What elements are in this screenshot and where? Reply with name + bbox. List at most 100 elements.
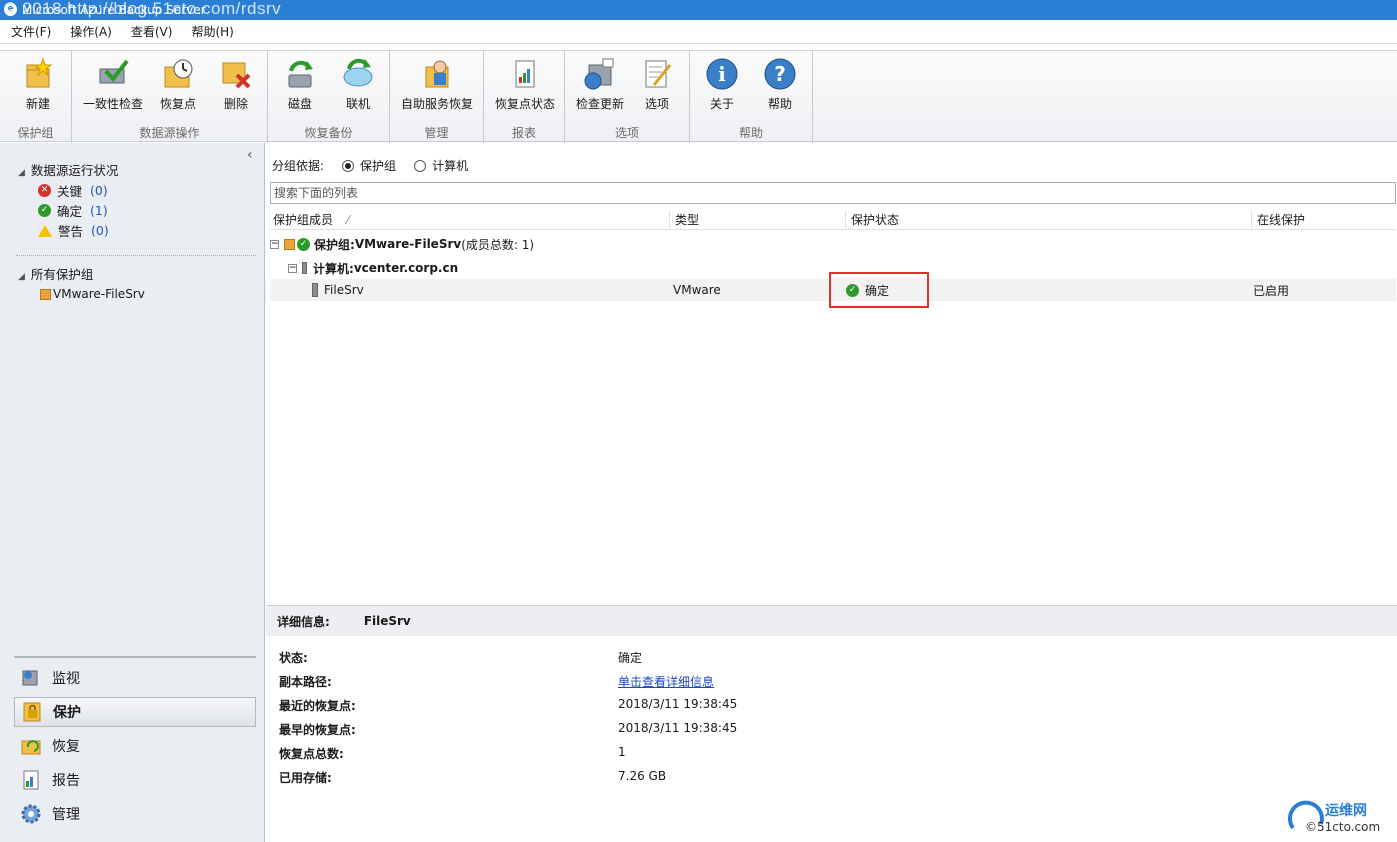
menu-file[interactable]: 文件(F) xyxy=(0,23,59,40)
protection-group-item[interactable]: VMware-FileSrv xyxy=(40,287,145,301)
nav-protection[interactable]: 保护 xyxy=(14,697,256,727)
detail-value-rp-count: 1 xyxy=(618,745,626,759)
site-logo: 运维网 ©51cto.com xyxy=(1287,798,1393,838)
help-icon: ? xyxy=(763,57,797,91)
options-icon xyxy=(640,57,674,91)
help-button[interactable]: ? 帮助 xyxy=(752,57,808,112)
col-type[interactable]: 类型 xyxy=(672,210,846,230)
new-button[interactable]: 新建 xyxy=(10,57,66,112)
col-member[interactable]: 保护组成员 ⁄ xyxy=(270,210,670,230)
consistency-check-icon xyxy=(96,57,130,91)
navigation-pane: ‹ ◢ 数据源运行状况 ✕ 关键 (0) ✓ 确定 (1) 警告 (0) ◢ 所有保… xyxy=(0,143,265,842)
info-icon: i xyxy=(705,57,739,91)
report-icon xyxy=(508,57,542,91)
critical-icon: ✕ xyxy=(38,184,51,197)
recovery-folder-icon xyxy=(20,735,42,757)
ribbon: 新建 保护组 一致性检查 恢复点 删除 数据源操作 磁盘 联机 恢复备份 自助服… xyxy=(0,50,1397,143)
delete-icon xyxy=(219,57,253,91)
member-type-cell: VMware xyxy=(673,283,721,297)
ribbon-group-report: 恢复点状态 报表 xyxy=(484,51,565,143)
vm-server-icon xyxy=(312,283,318,297)
menu-bar: 文件(F) 操作(A) 查看(V) 帮助(H) xyxy=(0,20,1397,44)
details-pane: 详细信息: FileSrv 状态: 确定 副本路径: 单击查看详细信息 最近的恢… xyxy=(266,605,1397,842)
group-row[interactable]: − ✓ 保护组: VMware-FileSrv (成员总数: 1) xyxy=(270,234,1396,254)
detail-value-oldest-rp: 2018/3/11 19:38:45 xyxy=(618,721,738,735)
protection-group-icon xyxy=(284,238,295,250)
highlight-box xyxy=(829,272,929,308)
disk-button[interactable]: 磁盘 xyxy=(272,57,328,112)
ok-check-icon: ✓ xyxy=(38,204,51,217)
nav-management[interactable]: 管理 xyxy=(14,799,256,829)
detail-value-status: 确定 xyxy=(618,651,643,665)
ribbon-group-protection-group: 新建 保护组 xyxy=(0,51,72,143)
monitoring-icon xyxy=(20,667,42,689)
protection-group-icon xyxy=(40,288,51,300)
radio-group-by-computer[interactable] xyxy=(414,159,427,172)
self-service-recovery-button[interactable]: 自助服务恢复 xyxy=(398,57,476,112)
health-critical[interactable]: ✕ 关键 (0) xyxy=(38,181,108,200)
detail-label-latest-rp: 最近的恢复点: xyxy=(279,699,356,713)
protection-groups-header[interactable]: ◢ 所有保护组 xyxy=(18,264,93,283)
ribbon-group-datasource: 一致性检查 恢复点 删除 数据源操作 xyxy=(72,51,268,143)
health-ok[interactable]: ✓ 确定 (1) xyxy=(38,201,108,220)
new-folder-icon xyxy=(21,57,55,91)
collapse-triangle-icon: ◢ xyxy=(18,168,25,178)
server-icon xyxy=(302,262,307,274)
detail-label-rp-count: 恢复点总数: xyxy=(279,747,344,761)
main-content: 分组依据: 保护组 计算机 保护组成员⁄ 类型 保护状态 在线保护 − ✓ 保护… xyxy=(266,143,1397,842)
recovery-point-icon xyxy=(161,57,195,91)
expand-toggle-icon[interactable]: − xyxy=(270,239,279,249)
menu-help[interactable]: 帮助(H) xyxy=(180,23,241,40)
nav-monitoring[interactable]: 监视 xyxy=(14,663,256,693)
recovery-point-status-button[interactable]: 恢复点状态 xyxy=(490,57,560,112)
delete-button[interactable]: 删除 xyxy=(208,57,264,112)
replica-details-link[interactable]: 单击查看详细信息 xyxy=(618,673,714,690)
nav-reporting[interactable]: 报告 xyxy=(14,765,256,795)
expand-toggle-icon[interactable]: − xyxy=(288,263,297,273)
sort-indicator-icon: ⁄ xyxy=(347,213,350,227)
reporting-icon xyxy=(20,769,42,791)
ok-check-icon: ✓ xyxy=(297,237,310,251)
radio-group-by-protection-group[interactable] xyxy=(342,159,355,172)
detail-label-replica-path: 副本路径: xyxy=(279,675,332,689)
ribbon-group-options: 检查更新 选项 选项 xyxy=(565,51,690,143)
detail-label-storage: 已用存储: xyxy=(279,771,332,785)
menu-view[interactable]: 查看(V) xyxy=(120,23,181,40)
warning-icon xyxy=(38,224,52,237)
disk-icon xyxy=(283,57,317,91)
details-header: 详细信息: FileSrv xyxy=(266,606,1397,636)
detail-value-latest-rp: 2018/3/11 19:38:45 xyxy=(618,697,738,711)
member-online-cell: 已启用 xyxy=(1253,283,1290,298)
detail-label-oldest-rp: 最早的恢复点: xyxy=(279,723,356,737)
divider xyxy=(16,255,256,256)
ribbon-group-manage: 自助服务恢复 管理 xyxy=(390,51,484,143)
column-header: 保护组成员 ⁄ 类型 保护状态 在线保护 xyxy=(270,210,1396,230)
detail-value-storage: 7.26 GB xyxy=(618,769,667,783)
self-service-icon xyxy=(420,57,454,91)
consistency-check-button[interactable]: 一致性检查 xyxy=(82,57,144,112)
collapse-pane-icon[interactable]: ‹ xyxy=(247,147,253,163)
check-updates-button[interactable]: 检查更新 xyxy=(569,57,631,112)
ribbon-group-help: i 关于 ? 帮助 帮助 xyxy=(690,51,813,143)
health-section-header[interactable]: ◢ 数据源运行状况 xyxy=(18,160,118,179)
recovery-point-button[interactable]: 恢复点 xyxy=(150,57,206,112)
detail-label-status: 状态: xyxy=(279,651,308,665)
about-button[interactable]: i 关于 xyxy=(694,57,750,112)
options-button[interactable]: 选项 xyxy=(629,57,685,112)
ribbon-group-recovery-backup: 磁盘 联机 恢复备份 xyxy=(268,51,390,143)
online-icon xyxy=(341,57,375,91)
protection-lock-icon xyxy=(21,701,43,723)
col-online-protection[interactable]: 在线保护 xyxy=(1254,210,1396,230)
collapse-triangle-icon: ◢ xyxy=(18,272,25,282)
health-warning[interactable]: 警告 (0) xyxy=(38,221,109,240)
title-bar: e Microsoft Azure Backup Server © 2018 h… xyxy=(0,0,1397,20)
search-input[interactable] xyxy=(270,182,1396,204)
col-protection-status[interactable]: 保护状态 xyxy=(848,210,1252,230)
management-gear-icon xyxy=(20,803,42,825)
nav-recovery[interactable]: 恢复 xyxy=(14,731,256,761)
group-by-bar: 分组依据: 保护组 计算机 xyxy=(272,159,469,173)
nav-separator xyxy=(14,656,256,658)
online-button[interactable]: 联机 xyxy=(330,57,386,112)
member-name-cell: FileSrv xyxy=(312,283,364,297)
menu-action[interactable]: 操作(A) xyxy=(59,23,120,40)
